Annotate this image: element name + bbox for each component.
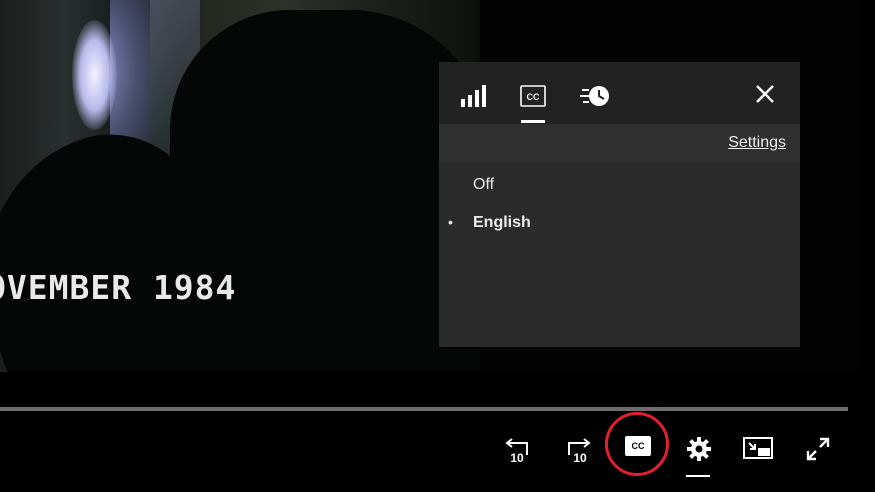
caption-option-off[interactable]: Off — [439, 168, 800, 204]
cc-icon: CC — [520, 85, 546, 107]
caption-option-english[interactable]: • English — [439, 206, 800, 242]
control-bar: 10 10 — [0, 412, 875, 492]
progress-bar[interactable] — [0, 407, 848, 411]
fullscreen-button[interactable] — [803, 434, 833, 464]
forward-label: 10 — [573, 451, 587, 463]
settings-button[interactable] — [684, 434, 714, 464]
option-bullet: • — [448, 214, 453, 230]
tab-quality[interactable] — [453, 76, 493, 116]
settings-link[interactable]: Settings — [728, 134, 786, 152]
picture-in-picture-button[interactable] — [743, 434, 773, 464]
fullscreen-icon — [806, 437, 830, 461]
close-button[interactable] — [747, 76, 783, 112]
tab-captions[interactable]: CC — [513, 76, 553, 116]
rewind-10-icon: 10 — [505, 438, 528, 463]
tab-playback-speed[interactable] — [575, 76, 615, 116]
speed-clock-icon — [580, 86, 609, 106]
option-label: English — [473, 214, 531, 231]
option-label: Off — [473, 176, 495, 193]
rewind-label: 10 — [510, 451, 524, 463]
burned-in-caption: OVEMBER 1984 — [0, 268, 237, 307]
forward-10-icon: 10 — [568, 438, 591, 463]
video-scene-light — [72, 20, 117, 130]
close-icon — [756, 85, 774, 103]
captions-menu: CC Settings Off • English — [439, 62, 800, 347]
captions-menu-subheader: Settings — [439, 124, 800, 162]
gear-icon — [687, 437, 711, 461]
tab-selected-indicator — [521, 120, 545, 123]
progress-fill — [0, 407, 848, 411]
settings-active-indicator — [686, 475, 710, 477]
forward-10-button[interactable]: 10 — [563, 434, 593, 464]
captions-button[interactable]: CC — [625, 436, 651, 456]
rewind-10-button[interactable]: 10 — [503, 434, 533, 464]
pip-icon — [743, 437, 773, 459]
captions-menu-tabs: CC — [439, 62, 800, 124]
svg-text:CC: CC — [527, 92, 540, 102]
signal-bars-icon — [461, 85, 486, 107]
